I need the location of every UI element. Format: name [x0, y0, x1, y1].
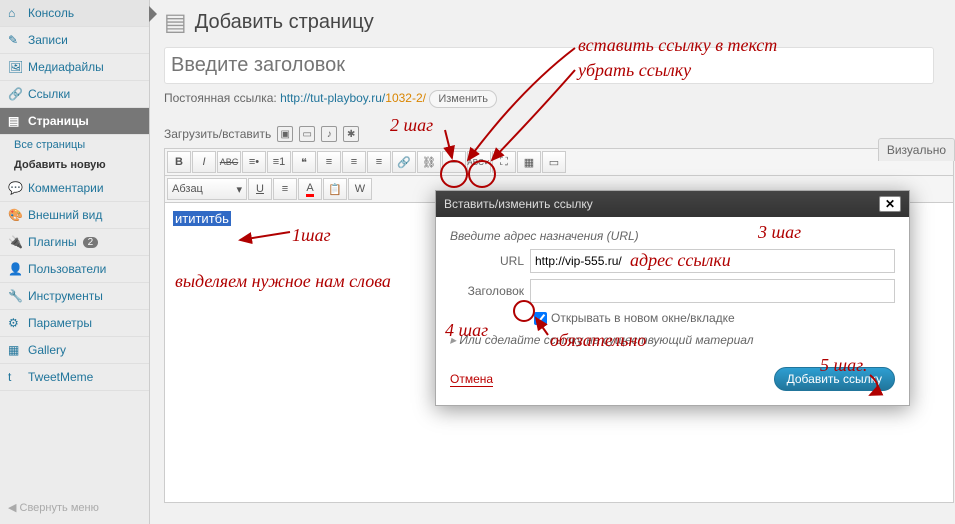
align-center-button[interactable]: ≡: [342, 151, 366, 173]
ul-button[interactable]: ≡•: [242, 151, 266, 173]
upload-image-icon[interactable]: ▣: [277, 126, 293, 142]
upload-audio-icon[interactable]: ♪: [321, 126, 337, 142]
strike-button[interactable]: ABC: [217, 151, 241, 173]
sidebar-item-gallery[interactable]: ▦Gallery: [0, 337, 149, 364]
kitchensink-button[interactable]: ▦: [517, 151, 541, 173]
justify-button[interactable]: ≡: [273, 178, 297, 200]
link-icon: 🔗: [8, 87, 22, 101]
sidebar-item-users[interactable]: 👤Пользователи: [0, 256, 149, 283]
underline-button[interactable]: U: [248, 178, 272, 200]
pin-icon: ✎: [8, 33, 22, 47]
existing-content-toggle[interactable]: Или сделайте ссылку на существующий мате…: [450, 333, 895, 347]
sidebar-item-tools[interactable]: 🔧Инструменты: [0, 283, 149, 310]
media-icon: 🖼: [8, 60, 22, 74]
dialog-titlebar: Вставить/изменить ссылку ✕: [436, 191, 909, 217]
appearance-icon: 🎨: [8, 208, 22, 222]
add-link-button[interactable]: Добавить ссылку: [774, 367, 895, 391]
comment-icon: 💬: [8, 181, 22, 195]
editor-toolbar-row1: B I ABC ≡• ≡1 ❝ ≡ ≡ ≡ 🔗 ⛓ — ABC✓ ⛶ ▦ ▭: [164, 148, 954, 176]
post-title-input[interactable]: [164, 47, 934, 84]
plugin-badge: 2: [83, 237, 99, 248]
sidebar-sub-all-pages[interactable]: Все страницы: [0, 135, 149, 155]
italic-button[interactable]: I: [192, 151, 216, 173]
sidebar-item-pages[interactable]: ▤Страницы: [0, 108, 149, 135]
edit-slug-button[interactable]: Изменить: [429, 90, 497, 108]
quote-button[interactable]: ❝: [292, 151, 316, 173]
format-select[interactable]: Абзац▾: [167, 178, 247, 200]
page-icon: ▤: [164, 8, 187, 37]
sidebar-item-console[interactable]: ⌂Консоль: [0, 0, 149, 27]
paste-text-button[interactable]: 📋: [323, 178, 347, 200]
user-icon: 👤: [8, 262, 22, 276]
checkbox-label: Открывать в новом окне/вкладке: [551, 311, 735, 325]
cancel-link[interactable]: Отмена: [450, 372, 493, 387]
link-button[interactable]: 🔗: [392, 151, 416, 173]
paste-word-button[interactable]: W: [348, 178, 372, 200]
home-icon: ⌂: [8, 6, 22, 20]
sidebar-item-tweetmeme[interactable]: tTweetMeme: [0, 364, 149, 391]
admin-sidebar: ⌂Консоль ✎Записи 🖼Медиафайлы 🔗Ссылки ▤Ст…: [0, 0, 150, 524]
gallery-icon: ▦: [8, 343, 22, 357]
tab-visual[interactable]: Визуально: [878, 138, 955, 161]
sidebar-item-media[interactable]: 🖼Медиафайлы: [0, 54, 149, 81]
ol-button[interactable]: ≡1: [267, 151, 291, 173]
title-input[interactable]: [530, 279, 895, 303]
new-window-checkbox[interactable]: [534, 312, 547, 325]
upload-row: Загрузить/вставить ▣ ▭ ♪ ✱: [164, 126, 941, 142]
sidebar-item-settings[interactable]: ⚙Параметры: [0, 310, 149, 337]
dialog-intro: Введите адрес назначения (URL): [450, 229, 895, 243]
url-input[interactable]: [530, 249, 895, 273]
twitter-icon: t: [8, 370, 22, 384]
upload-media-icon[interactable]: ✱: [343, 126, 359, 142]
url-label: URL: [450, 254, 530, 268]
gear-icon: ⚙: [8, 316, 22, 330]
page-title: Добавить страницу: [195, 11, 374, 34]
sidebar-item-comments[interactable]: 💬Комментарии: [0, 175, 149, 202]
sidebar-item-appearance[interactable]: 🎨Внешний вид: [0, 202, 149, 229]
align-left-button[interactable]: ≡: [317, 151, 341, 173]
permalink-link[interactable]: http://tut-playboy.ru/1032-2/: [280, 91, 426, 105]
extra-button[interactable]: ▭: [542, 151, 566, 173]
sidebar-item-posts[interactable]: ✎Записи: [0, 27, 149, 54]
fullscreen-button[interactable]: ⛶: [492, 151, 516, 173]
textcolor-button[interactable]: A: [298, 178, 322, 200]
spellcheck-button[interactable]: ABC✓: [467, 151, 491, 173]
plug-icon: 🔌: [8, 235, 22, 249]
sidebar-item-plugins[interactable]: 🔌Плагины 2: [0, 229, 149, 256]
dialog-close-button[interactable]: ✕: [879, 196, 901, 212]
permalink-row: Постоянная ссылка: http://tut-playboy.ru…: [164, 90, 941, 108]
sidebar-sub-add-new[interactable]: Добавить новую: [0, 155, 149, 175]
link-dialog: Вставить/изменить ссылку ✕ Введите адрес…: [435, 190, 910, 406]
sidebar-item-links[interactable]: 🔗Ссылки: [0, 81, 149, 108]
title-label: Заголовок: [450, 284, 530, 298]
bold-button[interactable]: B: [167, 151, 191, 173]
upload-video-icon[interactable]: ▭: [299, 126, 315, 142]
collapse-menu[interactable]: ◀ Свернуть меню: [8, 501, 99, 514]
tool-icon: 🔧: [8, 289, 22, 303]
unlink-button[interactable]: ⛓: [417, 151, 441, 173]
page-icon: ▤: [8, 114, 22, 128]
selected-text: итититбь: [173, 211, 231, 226]
more-button[interactable]: —: [442, 151, 466, 173]
align-right-button[interactable]: ≡: [367, 151, 391, 173]
